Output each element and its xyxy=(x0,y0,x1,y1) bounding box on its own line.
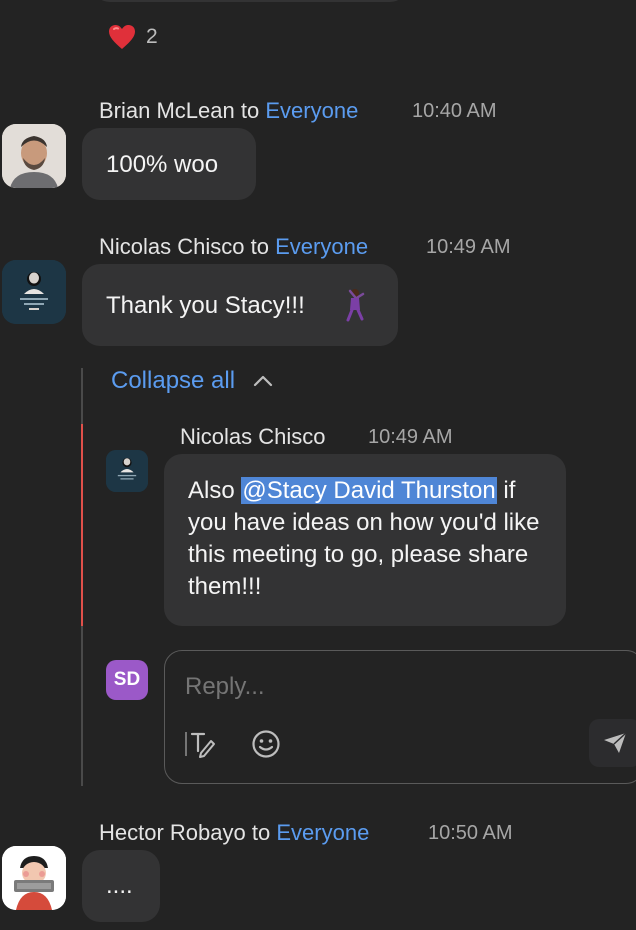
message-text: 100% woo xyxy=(106,151,219,178)
reply-bubble[interactable]: Also @Stacy David Thurston if you have i… xyxy=(164,454,566,626)
reaction[interactable]: 2 xyxy=(108,24,158,50)
to-word: to xyxy=(250,234,269,259)
recipient-link[interactable]: Everyone xyxy=(275,234,368,259)
message-bubble-1[interactable]: 100% woo xyxy=(82,128,256,200)
reply-composer[interactable] xyxy=(164,650,636,784)
message-header-3: Hector Robayo to Everyone xyxy=(99,820,369,846)
mention-stacy-david-thurston[interactable]: @Stacy David Thurston xyxy=(241,477,497,504)
message-time: 10:50 AM xyxy=(428,822,513,844)
message-header-1: Brian McLean to Everyone xyxy=(99,98,358,124)
reply-text-before: Also xyxy=(188,477,242,504)
recipient-link[interactable]: Everyone xyxy=(265,98,358,123)
reply-sender-name[interactable]: Nicolas Chisco xyxy=(180,424,326,450)
send-button[interactable] xyxy=(589,719,636,767)
previous-message-bubble xyxy=(92,0,408,2)
to-word: to xyxy=(240,98,260,123)
sender-name[interactable]: Hector Robayo xyxy=(99,820,246,845)
collapse-all-label: Collapse all xyxy=(111,367,236,394)
sender-name[interactable]: Brian McLean xyxy=(99,98,235,123)
message-time: 10:49 AM xyxy=(426,236,511,258)
recipient-link[interactable]: Everyone xyxy=(276,820,369,845)
reaction-count: 2 xyxy=(146,25,158,48)
message-time: 10:40 AM xyxy=(412,100,497,122)
avatar-nicolas-chisco[interactable] xyxy=(2,260,66,324)
message-header-2: Nicolas Chisco to Everyone xyxy=(99,234,368,260)
sender-name[interactable]: Nicolas Chisco xyxy=(99,234,245,259)
format-text-icon[interactable] xyxy=(183,729,217,759)
heart-emoji-icon xyxy=(109,25,135,49)
avatar-nicolas-chisco-reply[interactable] xyxy=(106,450,148,492)
chevron-up-icon xyxy=(253,375,273,387)
message-bubble-3[interactable]: .... xyxy=(82,850,160,922)
reply-input[interactable] xyxy=(183,669,567,705)
thread-highlight-line xyxy=(81,424,83,626)
composer-avatar-initials: SD xyxy=(113,669,141,690)
dancing-woman-emoji-icon xyxy=(346,289,365,322)
message-bubble-2[interactable]: Thank you Stacy!!! xyxy=(82,264,398,346)
reply-text: Also @Stacy David Thurston if you have i… xyxy=(188,475,548,603)
to-word: to xyxy=(251,820,271,845)
avatar-hector-robayo[interactable] xyxy=(2,846,66,910)
composer-avatar: SD xyxy=(106,660,148,700)
avatar-brian-mclean[interactable] xyxy=(2,124,66,188)
reply-time: 10:49 AM xyxy=(368,426,453,448)
emoji-icon[interactable] xyxy=(251,729,281,759)
collapse-all-button[interactable]: Collapse all xyxy=(111,367,273,395)
send-icon xyxy=(604,732,627,753)
message-text: Thank you Stacy!!! xyxy=(106,292,305,319)
message-text: .... xyxy=(106,872,133,899)
